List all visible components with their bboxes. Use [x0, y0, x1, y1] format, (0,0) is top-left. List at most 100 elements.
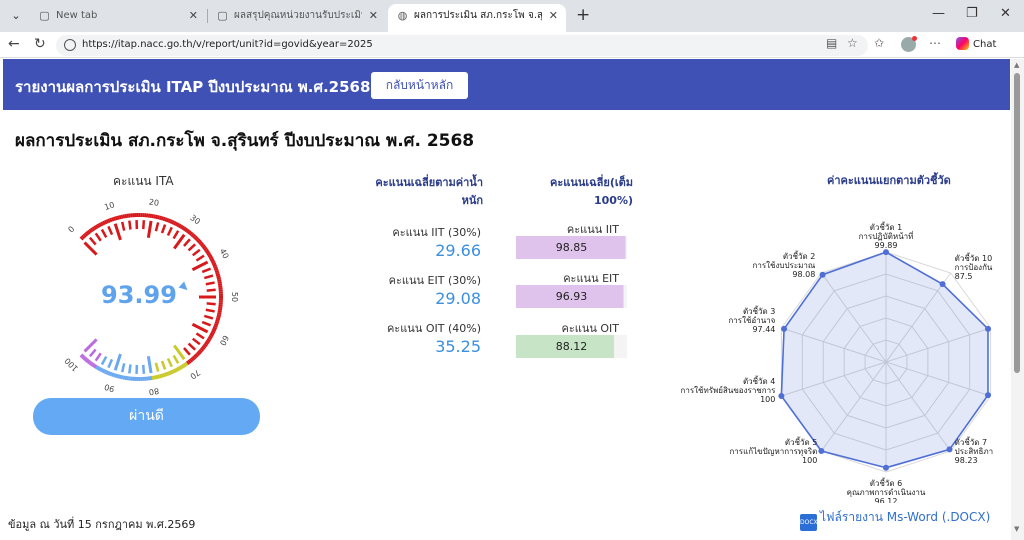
gauge-tick-label: 80 — [148, 386, 159, 396]
gauge-tick — [191, 322, 209, 334]
tab-label: ผลการประเมิน สภ.กระโพ จ.สุรินทร์ — [414, 10, 542, 21]
gauge-arc-segment — [87, 359, 91, 365]
gauge-arc-segment — [81, 354, 86, 360]
gauge-arc-segment — [102, 220, 106, 226]
favorites-list-icon[interactable]: ✩ — [874, 36, 884, 50]
radar-label-line: การใช้งบประมาณ — [753, 261, 816, 270]
gauge-arc-segment — [90, 227, 95, 232]
gauge-arc-segment — [162, 372, 166, 378]
more-icon[interactable]: ⋯ — [929, 36, 941, 50]
gauge-tick-label: 50 — [230, 292, 239, 302]
gauge-arc-segment — [114, 373, 118, 379]
gauge-value: 93.99 — [101, 281, 177, 309]
gauge-arc-segment — [167, 218, 172, 224]
close-window-icon[interactable]: ✕ — [1000, 6, 1011, 21]
back-icon[interactable]: ← — [8, 36, 20, 52]
gauge-arc-segment — [96, 366, 101, 371]
gauge-tick — [191, 337, 201, 346]
radar-label-line: 96.12 — [875, 497, 898, 503]
home-button[interactable]: กลับหน้าหลัก — [371, 72, 468, 99]
new-tab-icon[interactable]: + — [576, 5, 590, 25]
gauge-arc-segment — [212, 326, 218, 330]
gauge-tick — [128, 220, 132, 230]
favorite-icon[interactable]: ☆ — [847, 36, 858, 50]
gauge-arc-segment — [197, 239, 202, 244]
close-tab-icon[interactable]: ✕ — [369, 4, 378, 28]
gauge-tick — [166, 357, 173, 368]
gauge-arc-segment — [211, 262, 217, 266]
radar-category-label: ตัวชี้วัด 5การแก้ไขปัญหาการทุจริต100 — [729, 436, 817, 465]
scroll-down-icon[interactable]: ▼ — [1014, 525, 1019, 533]
gauge-arc-segment — [191, 355, 197, 360]
gauge-arc-segment — [213, 266, 218, 270]
gauge-arc-segment — [82, 356, 87, 361]
url-field[interactable]: https://itap.nacc.go.th/v/report/unit?id… — [56, 35, 868, 56]
copilot-chat-button[interactable]: Chat — [956, 37, 996, 50]
word-report-link[interactable]: DOCX ไฟล์รายงาน Ms-Word (.DOCX) — [800, 508, 990, 531]
oit-weighted-value: 35.25 — [435, 337, 481, 356]
radar-label-line: ตัวชี้วัด 3 — [743, 305, 775, 316]
gauge-tick — [160, 224, 167, 234]
gauge-tick — [88, 348, 97, 358]
eit-full-value: 96.93 — [555, 290, 588, 303]
gauge-arc-segment — [198, 348, 203, 354]
gauge-arc-segment — [114, 215, 118, 221]
gauge-tick — [203, 314, 214, 320]
restore-icon[interactable]: ❐ — [966, 6, 978, 21]
radar-label-line: 98.23 — [955, 456, 978, 465]
radar-label-line: 98.08 — [792, 270, 815, 279]
radar-label-line: 100 — [760, 395, 775, 404]
gauge-arc-segment — [197, 350, 202, 355]
gauge-arc-segment — [207, 336, 212, 341]
gauge-tick — [142, 220, 146, 230]
minimize-icon[interactable]: — — [932, 6, 945, 21]
radar-label-line: ตัวชี้วัด 5 — [785, 436, 817, 447]
gauge-arc-segment — [173, 221, 177, 226]
radar-label-line: 99.89 — [875, 241, 898, 250]
page-title: ผลการประเมิน สภ.กระโพ จ.สุรินทร์ ปีงบประ… — [15, 131, 475, 151]
gauge-tick — [172, 354, 180, 364]
gauge-arc-segment — [203, 247, 208, 252]
address-bar: ← ↻ https://itap.nacc.go.th/v/report/uni… — [0, 32, 1024, 58]
tab-new[interactable]: ▢ New tab ✕ — [30, 4, 206, 32]
close-tab-icon[interactable]: ✕ — [189, 4, 198, 28]
gauge-tick — [201, 267, 212, 274]
gauge-arc-segment — [214, 267, 219, 272]
tab-list-chevron-icon[interactable]: ⌄ — [6, 7, 26, 25]
tab-label: ผลสรุปคุณหน่วยงานรับประเมิน - ITAP — [234, 10, 362, 21]
gauge-arc-segment — [79, 353, 84, 358]
gauge-tick — [203, 274, 214, 280]
gauge-tick — [172, 230, 180, 240]
tab-itap-summary[interactable]: ▢ ผลสรุปคุณหน่วยงานรับประเมิน - ITAP ✕ — [208, 4, 386, 32]
gauge-tick — [94, 232, 102, 242]
gauge-tick — [201, 320, 212, 327]
scroll-up-icon[interactable]: ▲ — [1014, 61, 1019, 69]
gauge-tick — [154, 362, 160, 372]
gauge-arc-segment — [204, 341, 209, 346]
site-info-icon[interactable] — [64, 39, 76, 51]
gauge-arc-segment — [184, 227, 189, 233]
tab-bar: ⌄ ▢ New tab ✕ ▢ ผลสรุปคุณหน่วยงานรับประเมิน… — [0, 0, 1024, 32]
gauge-arc-segment — [105, 219, 109, 224]
tab-report[interactable]: ◍ ผลการประเมิน สภ.กระโพ จ.สุรินทร์ ✕ — [388, 4, 566, 32]
scroll-thumb[interactable] — [1014, 73, 1020, 373]
radar-category-label: ตัวชี้วัด 7ประสิทธิภา98.23 — [955, 436, 993, 465]
gauge-arc-segment — [79, 236, 84, 241]
gauge-arc-segment — [202, 245, 207, 250]
close-tab-icon[interactable]: ✕ — [549, 4, 558, 28]
full-score-header: คะแนนเฉลี่ย(เต็ม 100%) — [549, 176, 633, 207]
gauge-arc-segment — [174, 367, 179, 373]
gauge-arc-segment — [102, 368, 106, 374]
gauge-arc-segment — [189, 231, 194, 236]
gauge-arc-segment — [194, 236, 199, 241]
gauge-arc-segment — [109, 371, 113, 377]
reader-icon[interactable]: ▤ — [826, 36, 837, 50]
radar-point — [946, 446, 953, 453]
gauge-arc-segment — [107, 371, 111, 376]
gauge-arc-segment — [215, 273, 221, 277]
gauge-tick — [100, 228, 108, 239]
radar-category-label: ตัวชี้วัด 1การปฏิบัติหน้าที่99.89 — [859, 221, 914, 250]
result-badge-button[interactable]: ผ่านดี — [33, 398, 260, 435]
refresh-icon[interactable]: ↻ — [34, 36, 46, 52]
scrollbar[interactable]: ▲ ▼ — [1011, 59, 1024, 540]
